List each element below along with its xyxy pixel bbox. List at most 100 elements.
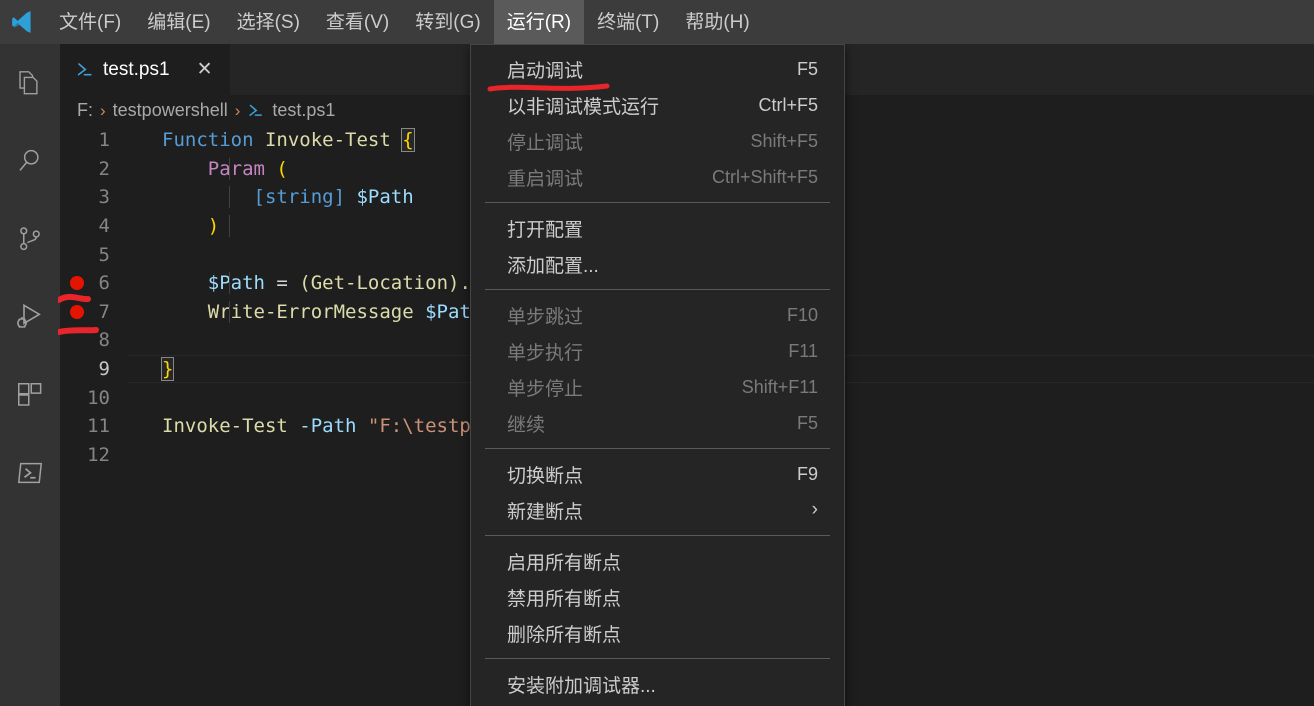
line-number: 1 bbox=[98, 129, 110, 152]
menu-item-shortcut: F5 bbox=[796, 58, 818, 79]
menu-item-shortcut: Shift+F5 bbox=[750, 130, 818, 151]
menu-item-label: 单步执行 bbox=[507, 342, 584, 364]
menu-item-disable-all-breakpoints[interactable]: 禁用所有断点 bbox=[471, 579, 844, 615]
code-token: [string] bbox=[253, 186, 346, 209]
run-and-debug-icon bbox=[14, 301, 46, 333]
code-token: Param bbox=[207, 157, 265, 180]
line-number: 8 bbox=[98, 329, 110, 352]
menu-item-enable-all-breakpoints[interactable]: 启用所有断点 bbox=[471, 543, 844, 579]
menu-view[interactable]: 查看(V) bbox=[313, 0, 402, 44]
code-token: Invoke-Test bbox=[162, 415, 288, 438]
menu-item-shortcut: Ctrl+F5 bbox=[758, 94, 818, 115]
indent-guide bbox=[229, 272, 230, 295]
search-icon bbox=[15, 146, 45, 176]
code-token: -Path bbox=[287, 415, 368, 438]
activity-run-debug[interactable] bbox=[0, 278, 60, 356]
menu-go[interactable]: 转到(G) bbox=[402, 0, 493, 44]
menu-item-label: 以非调试模式运行 bbox=[507, 96, 660, 118]
tab-label: test.ps1 bbox=[103, 58, 170, 80]
menu-item-label: 重启调试 bbox=[507, 168, 584, 190]
powershell-terminal-icon bbox=[15, 458, 45, 488]
menu-run[interactable]: 运行(R) bbox=[493, 0, 585, 44]
menu-item-restart-debugging: 重启调试 Ctrl+Shift+F5 bbox=[471, 159, 844, 195]
menu-item-shortcut: F11 bbox=[788, 340, 818, 361]
code-token: Invoke-Test bbox=[264, 129, 391, 152]
powershell-file-icon bbox=[247, 102, 265, 120]
menu-item-shortcut: Ctrl+Shift+F5 bbox=[711, 166, 818, 187]
menu-item-remove-all-breakpoints[interactable]: 删除所有断点 bbox=[471, 615, 844, 651]
menu-item-label: 禁用所有断点 bbox=[507, 588, 622, 610]
run-menu-dropdown: 启动调试 F5 以非调试模式运行 Ctrl+F5 停止调试 Shift+F5 重… bbox=[470, 44, 845, 706]
activity-extensions[interactable] bbox=[0, 356, 60, 434]
menu-item-shortcut: F5 bbox=[796, 412, 818, 433]
code-token: $Path bbox=[356, 186, 414, 209]
activity-powershell[interactable] bbox=[0, 434, 60, 512]
menu-item-toggle-breakpoint[interactable]: 切换断点 F9 bbox=[471, 456, 844, 492]
menu-item-label: 停止调试 bbox=[507, 132, 584, 154]
indent-guide bbox=[229, 300, 230, 323]
line-number: 3 bbox=[98, 186, 110, 209]
menu-selection[interactable]: 选择(S) bbox=[224, 0, 313, 44]
breadcrumb-file[interactable]: test.ps1 bbox=[272, 100, 335, 121]
menu-edit[interactable]: 编辑(E) bbox=[134, 0, 223, 44]
line-number: 11 bbox=[87, 415, 110, 438]
menu-separator bbox=[485, 448, 830, 449]
chevron-right-icon: › bbox=[811, 499, 818, 520]
close-icon[interactable]: ✕ bbox=[195, 60, 215, 79]
indent-guide bbox=[229, 215, 230, 238]
menu-item-start-debugging[interactable]: 启动调试 F5 bbox=[471, 51, 844, 92]
menu-item-shortcut: F10 bbox=[786, 304, 818, 325]
line-number: 4 bbox=[98, 215, 110, 238]
menu-item-shortcut: Shift+F11 bbox=[741, 376, 818, 397]
menu-terminal[interactable]: 终端(T) bbox=[584, 0, 672, 44]
menu-item-step-over: 单步跳过 F10 bbox=[471, 297, 844, 333]
menu-item-label: 删除所有断点 bbox=[507, 624, 622, 646]
menu-item-install-additional-debuggers[interactable]: 安装附加调试器... bbox=[471, 666, 844, 702]
menu-item-add-configuration[interactable]: 添加配置... bbox=[471, 246, 844, 282]
menu-item-label: 启用所有断点 bbox=[507, 552, 622, 574]
code-token: { bbox=[401, 128, 415, 153]
line-number: 9 bbox=[98, 358, 110, 381]
menubar: 文件(F) 编辑(E) 选择(S) 查看(V) 转到(G) 运行(R) 终端(T… bbox=[46, 0, 763, 44]
code-token: Write-ErrorMessage bbox=[207, 300, 414, 323]
tab-test-ps1[interactable]: test.ps1 ✕ bbox=[60, 44, 230, 95]
code-token: (Get-Location). bbox=[299, 272, 471, 295]
menu-item-step-out: 单步停止 Shift+F11 bbox=[471, 369, 844, 405]
activity-source-control[interactable] bbox=[0, 200, 60, 278]
menu-item-run-without-debugging[interactable]: 以非调试模式运行 Ctrl+F5 bbox=[471, 87, 844, 123]
line-number: 12 bbox=[87, 443, 110, 466]
menu-item-label: 新建断点 bbox=[507, 501, 584, 523]
indent-guide bbox=[229, 186, 230, 209]
menu-separator bbox=[485, 535, 830, 536]
indent-guide bbox=[229, 157, 230, 180]
breakpoint-dot[interactable] bbox=[70, 276, 84, 291]
powershell-file-icon bbox=[74, 60, 94, 80]
chevron-right-icon: › bbox=[100, 100, 106, 120]
menu-item-label: 安装附加调试器... bbox=[507, 675, 656, 697]
vscode-window: 文件(F) 编辑(E) 选择(S) 查看(V) 转到(G) 运行(R) 终端(T… bbox=[0, 0, 1314, 706]
breadcrumb-folder[interactable]: testpowershell bbox=[113, 100, 228, 121]
extensions-blocks-icon bbox=[15, 380, 45, 410]
menu-item-continue: 继续 F5 bbox=[471, 405, 844, 441]
menu-item-open-configurations[interactable]: 打开配置 bbox=[471, 210, 844, 246]
menu-item-label: 添加配置... bbox=[507, 255, 599, 277]
menu-help[interactable]: 帮助(H) bbox=[672, 0, 762, 44]
code-token: $Pat bbox=[413, 300, 471, 323]
code-token: ( bbox=[276, 157, 288, 180]
menu-item-shortcut: F9 bbox=[796, 463, 818, 484]
line-number: 2 bbox=[98, 157, 110, 180]
code-token: = bbox=[264, 272, 300, 295]
menu-item-label: 继续 bbox=[507, 414, 546, 436]
menu-item-label: 打开配置 bbox=[507, 219, 584, 241]
activity-explorer[interactable] bbox=[0, 44, 60, 122]
activity-search[interactable] bbox=[0, 122, 60, 200]
breadcrumb-drive[interactable]: F: bbox=[77, 100, 93, 121]
menu-file[interactable]: 文件(F) bbox=[46, 0, 134, 44]
menu-item-stop-debugging: 停止调试 Shift+F5 bbox=[471, 123, 844, 159]
code-token: Function bbox=[162, 129, 254, 152]
breakpoint-dot[interactable] bbox=[70, 304, 84, 319]
explorer-files-icon bbox=[15, 68, 45, 98]
menu-item-new-breakpoint[interactable]: 新建断点 › bbox=[471, 492, 844, 528]
code-token: ) bbox=[207, 215, 220, 238]
menu-separator bbox=[485, 289, 830, 290]
